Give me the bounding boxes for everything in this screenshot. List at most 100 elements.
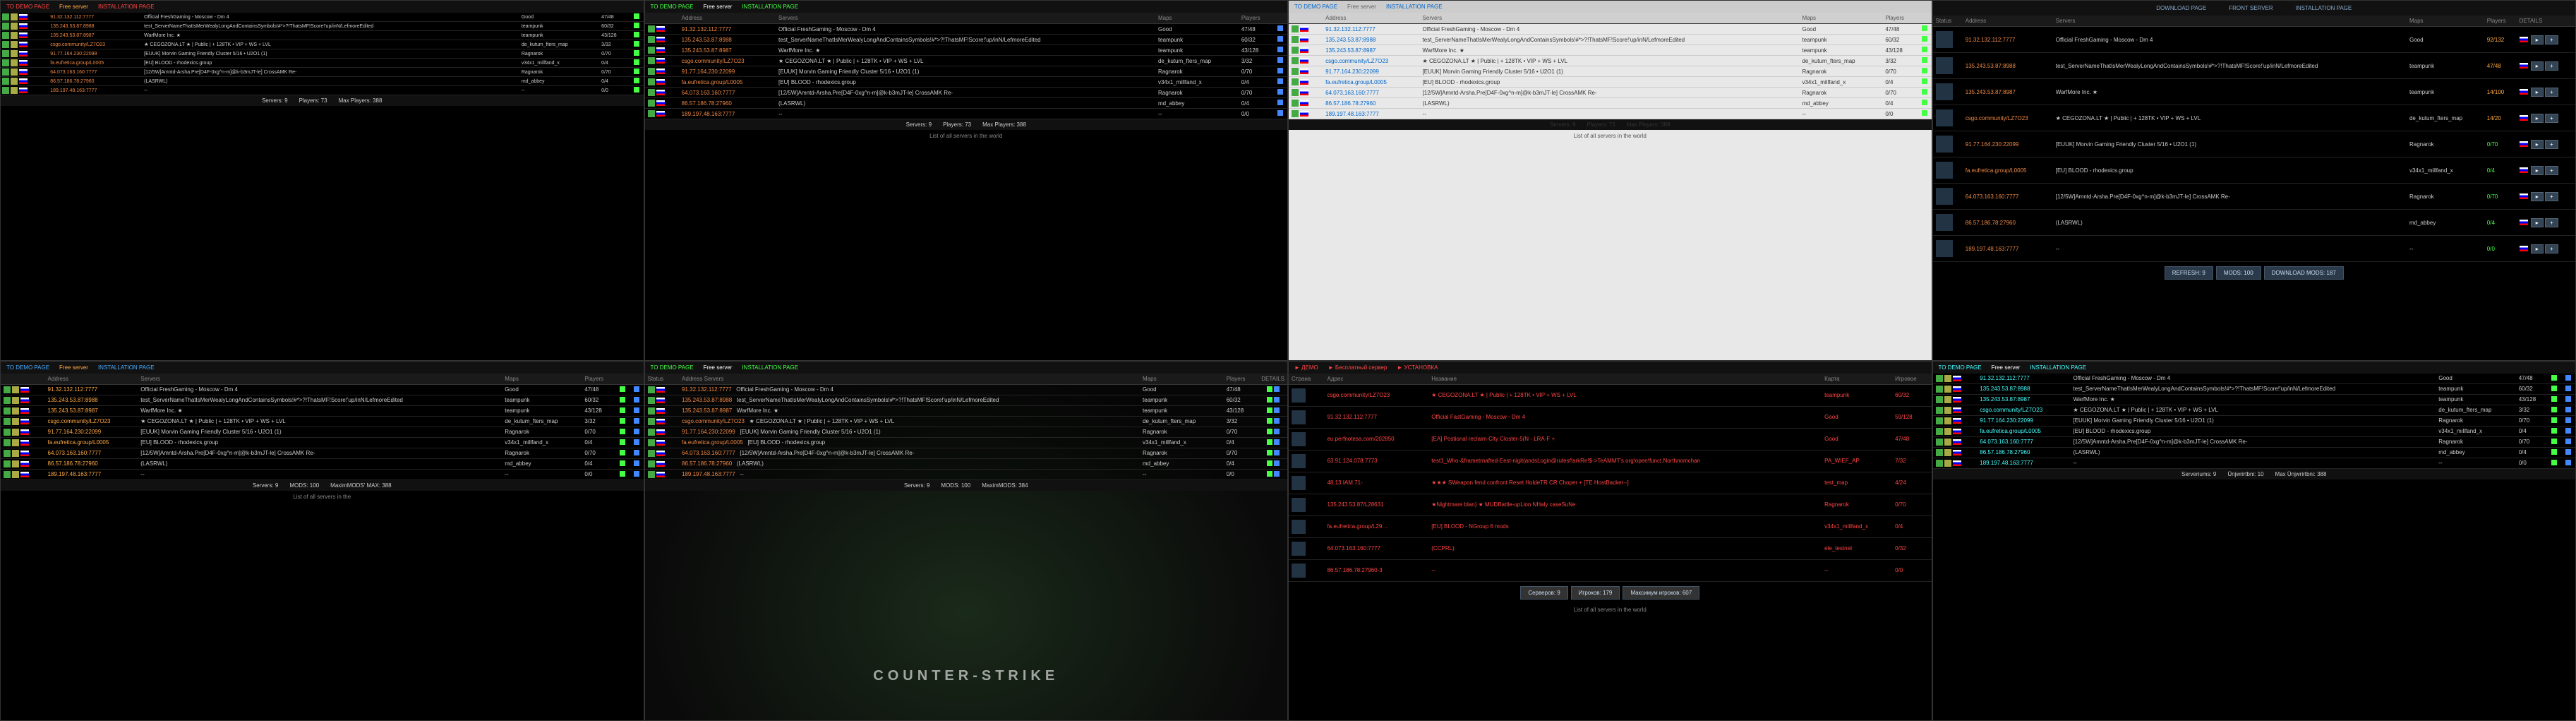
stats-icon[interactable]	[634, 386, 639, 392]
col-status[interactable]	[1289, 13, 1323, 24]
col-server[interactable]: Servers	[776, 13, 1155, 24]
ip-cell[interactable]: 135.243.53.87/L28631	[1324, 494, 1428, 516]
connect-icon[interactable]	[620, 407, 625, 413]
ip-cell[interactable]: 91.77.164.230:22099	[1963, 131, 2053, 157]
connect-icon[interactable]	[2551, 449, 2557, 455]
table-row[interactable]: csgo.community/LZ7O23 ★ CEGOZONA.LT ★ | …	[645, 56, 1288, 66]
tab-front[interactable]: FRONT SERVER	[2225, 4, 2277, 13]
col-players[interactable]: Players	[1224, 374, 1259, 385]
stats-icon[interactable]	[1277, 25, 1283, 31]
connect-icon[interactable]	[620, 460, 625, 466]
ip-cell[interactable]: 135.243.53.87:8988	[1963, 53, 2053, 79]
tab-server[interactable]: Free server	[1343, 2, 1380, 11]
ip-cell[interactable]: 64.073.163.160:7777	[1323, 88, 1419, 98]
connect-icon[interactable]	[620, 439, 625, 445]
refresh-button[interactable]: REFRESH: 9	[2165, 266, 2213, 280]
ip-cell[interactable]: 135.243.53.87:8987	[1963, 79, 2053, 105]
col-players[interactable]: Players	[582, 374, 615, 385]
ip-cell[interactable]: 86.57.186.78:27960	[1323, 98, 1419, 109]
stats-icon[interactable]	[1274, 460, 1280, 466]
ip-cell[interactable]: 64.073.163.160:7777	[45, 448, 138, 458]
ip-cell[interactable]: 189.197.48.163:7777	[1977, 458, 2070, 468]
stats-icon[interactable]	[2565, 417, 2571, 423]
connect-icon[interactable]	[634, 68, 639, 74]
footer-link[interactable]: List of all servers in the world	[1289, 604, 1932, 616]
stats-icon[interactable]	[1274, 450, 1280, 455]
ip-cell[interactable]: 189.197.48.163:7777	[1963, 236, 2053, 262]
table-row[interactable]: 86.57.186.78:27960 (LASRWL) md_abbey 0/4	[1933, 447, 2576, 458]
ip-cell[interactable]: 64.073.163.160:7777	[49, 68, 143, 77]
ip-cell[interactable]: 135.243.53.87:8987	[1977, 394, 2070, 405]
ip-cell[interactable]: 86.57.186.78:27960	[49, 77, 143, 86]
connect-icon[interactable]	[1267, 429, 1272, 434]
tab-demo[interactable]: TO DEMO PAGE	[2, 363, 54, 372]
ip-cell[interactable]: 64.073.163.160:7777	[1324, 537, 1428, 559]
stats-icon[interactable]	[634, 460, 639, 466]
connect-button[interactable]: ▸	[2531, 244, 2544, 254]
ip-cell[interactable]: 189.197.48.163:7777	[679, 109, 776, 119]
table-row[interactable]: 64.073.163.160:7777 [12/5W]Amntd-Arsha.P…	[1933, 184, 2576, 210]
connect-icon[interactable]	[1267, 407, 1272, 413]
ip-cell[interactable]: 91.32.132.112:7777	[679, 24, 776, 35]
connect-button[interactable]: ▸	[2531, 218, 2544, 227]
tab-install[interactable]: INSTALLATION PAGE	[2026, 363, 2090, 372]
connect-icon[interactable]	[634, 78, 639, 83]
ip-cell[interactable]: 91.77.164.230:22099	[45, 427, 138, 437]
table-row[interactable]: 91.77.164.230:22099 [EUUK] Morvin Gaming…	[1933, 415, 2576, 426]
info-button[interactable]: +	[2545, 61, 2558, 71]
ip-cell[interactable]: fa.eufretica.group/L0005	[1977, 426, 2070, 436]
connect-icon[interactable]	[620, 418, 625, 424]
stats-icon[interactable]	[634, 471, 639, 477]
table-row[interactable]: csgo.community/LZ7O23 ★ CEGOZONA.LT ★ | …	[1, 40, 644, 49]
stats-icon[interactable]	[2565, 386, 2571, 391]
table-row[interactable]: 189.197.48.163:7777 -- -- 0/0	[1933, 458, 2576, 468]
ip-cell[interactable]: fa.eufretica.group/L0005	[682, 439, 743, 446]
ip-cell[interactable]: 86.57.186.78:27960	[682, 460, 732, 467]
ip-cell[interactable]: 135.243.53.87:8988	[1323, 35, 1419, 45]
stats-icon[interactable]	[2565, 375, 2571, 381]
connect-icon[interactable]	[1922, 110, 1927, 116]
ip-cell[interactable]: 91.77.164.230:22099	[679, 66, 776, 77]
ip-cell[interactable]: 91.77.164.230:22099	[682, 429, 735, 435]
connect-icon[interactable]	[1267, 397, 1272, 403]
connect-icon[interactable]	[1922, 78, 1927, 84]
table-row[interactable]: csgo.community/LZ7O23 ★ CEGOZONA.LT ★ | …	[1933, 105, 2576, 131]
ip-cell[interactable]: 189.197.48.163:7777	[45, 469, 138, 479]
table-row[interactable]: 135.243.53.87:8987 WarfMore Inc. ★ teamp…	[645, 45, 1288, 56]
table-row[interactable]: 91.32.132.112:7777 Official FreshGaming …	[1, 13, 644, 22]
col-server[interactable]: Servers	[1420, 13, 1800, 24]
tab-demo[interactable]: TO DEMO PAGE	[646, 363, 698, 372]
tab-install[interactable]: INSTALLATION PAGE	[94, 363, 159, 372]
connect-icon[interactable]	[1922, 89, 1927, 95]
ip-cell[interactable]: 135.243.53.87:8988	[45, 395, 138, 405]
stats-icon[interactable]	[634, 418, 639, 424]
col-status[interactable]	[1, 374, 45, 385]
table-row[interactable]: 135.243.53.87:8987 WarfMore Inc. ★ teamp…	[1933, 79, 2576, 105]
table-row[interactable]: 135.243.53.87:8987 WarfMore Inc. ★ teamp…	[1933, 394, 2576, 405]
ip-cell[interactable]: 135.243.53.87:8988	[49, 22, 143, 31]
footer-link[interactable]: List of all servers in the world	[1289, 130, 1932, 142]
ip-cell[interactable]: 86.57.186.78:27960	[679, 98, 776, 109]
col-address[interactable]: Address	[1963, 16, 2053, 27]
stats-icon[interactable]	[1274, 439, 1280, 445]
col-map[interactable]: Maps	[2407, 16, 2484, 27]
tab-server[interactable]: Free server	[55, 363, 92, 372]
connect-icon[interactable]	[1922, 100, 1927, 105]
ip-cell[interactable]: 86.57.186.78:27960-3	[1324, 559, 1428, 581]
col-status[interactable]	[645, 13, 679, 24]
connect-button[interactable]: ▸	[2531, 166, 2544, 175]
table-row[interactable]: 64.073.163.160:7777 [12/5W]Amntd-Arsha.P…	[1, 68, 644, 77]
tab-install[interactable]: INSTALLATION PAGE	[94, 2, 159, 11]
footer-link[interactable]: List of all servers in the world	[645, 130, 1288, 142]
table-row[interactable]: fa.eufretica.group/L0005 [EU] BLOOD - rh…	[1933, 157, 2576, 184]
ip-cell[interactable]: 64.073.163.160:7777	[1963, 184, 2053, 210]
table-row[interactable]: 64.073.163.160:7777 [12/5W]Amntd-Arsha.P…	[1289, 88, 1932, 98]
stats-icon[interactable]	[1277, 78, 1283, 84]
table-row[interactable]: 91.77.164.230:22099 [EUUK] Morvin Gaming…	[645, 427, 1288, 437]
table-row[interactable]: 64.073.163.160:7777 [12/5W]Amntd-Arsha.P…	[645, 88, 1288, 98]
connect-icon[interactable]	[634, 87, 639, 93]
tab-install[interactable]: INSTALLATION PAGE	[738, 2, 802, 11]
ip-cell[interactable]: 91.77.164.230:22099	[1323, 66, 1419, 77]
col-players[interactable]: Игровое	[1892, 374, 1931, 385]
table-row[interactable]: 135.243.53.87:8987 WarfMore Inc. ★ teamp…	[645, 405, 1288, 416]
